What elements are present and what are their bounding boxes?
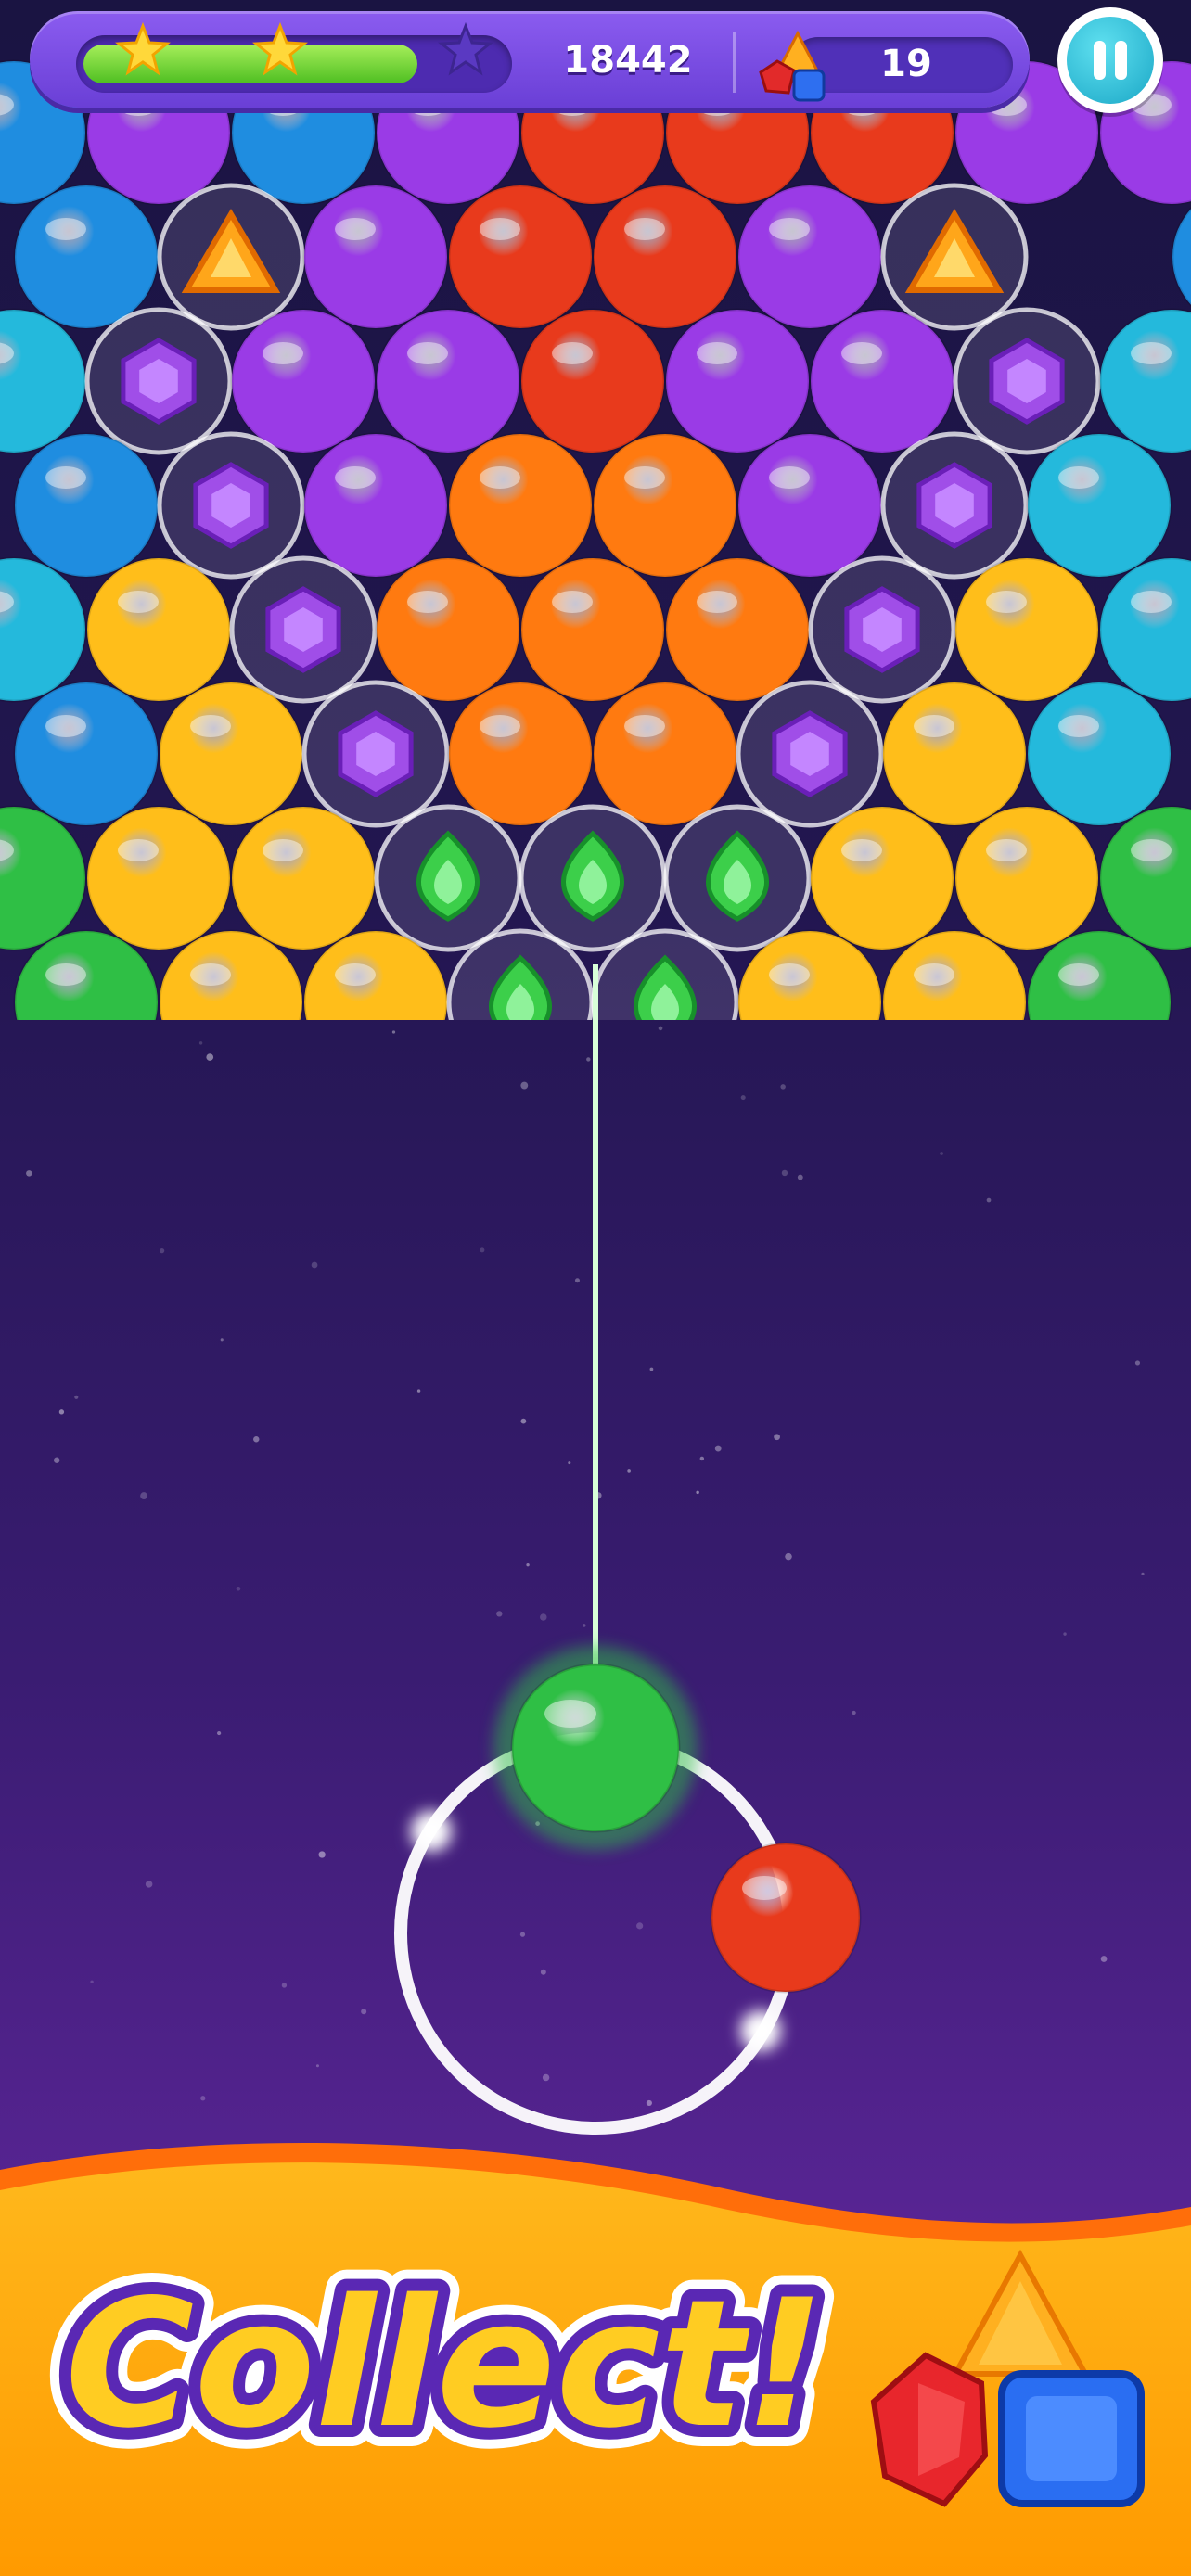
star-1-icon (115, 22, 171, 76)
hud-divider (733, 32, 736, 93)
pause-bar-right (1115, 41, 1127, 80)
score-progress-bar (76, 22, 512, 93)
next-bubble (710, 1842, 862, 1994)
star-2-icon (252, 22, 308, 76)
top-hud: 18442 19 (30, 11, 1030, 108)
pause-button[interactable] (1057, 7, 1163, 113)
bubble-highlight (742, 1876, 787, 1900)
score-value: 18442 (563, 39, 693, 82)
pause-bar-left (1094, 41, 1106, 80)
reward-gems-icon (870, 2249, 1145, 2507)
gem-cluster-icon (759, 30, 826, 102)
star-3-icon (438, 22, 493, 76)
gem-count-value: 19 (880, 43, 932, 85)
ring-sparkle (740, 2010, 781, 2051)
bubble-highlight (544, 1700, 596, 1728)
current-bubble (510, 1663, 681, 1833)
game-stage[interactable]: 18442 19 Collect! Collect! Collect! (0, 0, 1191, 2576)
collect-text-fill: Collect! (65, 2263, 825, 2467)
pause-icon (1067, 17, 1154, 104)
ring-sparkle (411, 1811, 452, 1852)
collect-title: Collect! Collect! Collect! (44, 2263, 846, 2476)
